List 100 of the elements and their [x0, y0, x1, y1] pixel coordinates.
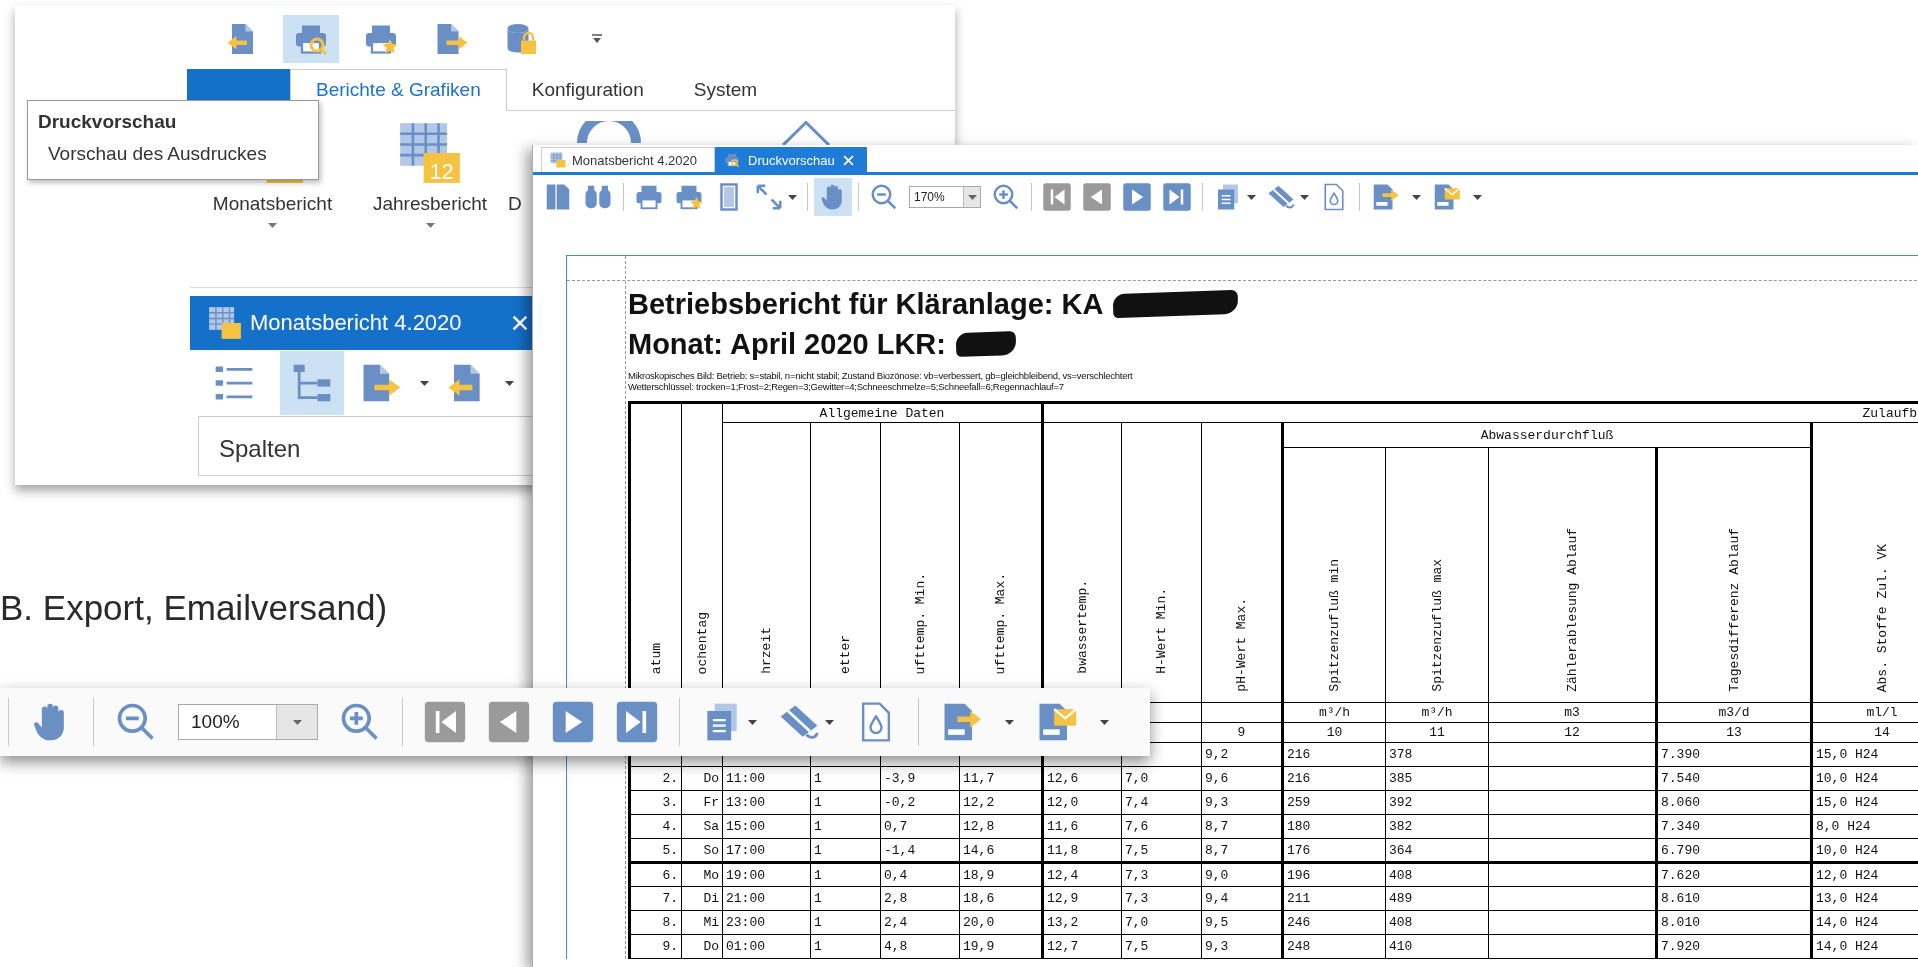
tooltip-text: Vorschau des Ausdruckes: [47, 143, 268, 165]
table-cell: 18,6: [963, 891, 995, 906]
ribbon-tab[interactable]: Berichte & Grafiken: [290, 69, 507, 111]
table-cell: 12,7: [1047, 939, 1079, 954]
caret-icon[interactable]: [967, 194, 977, 200]
table-cell: 9,3: [1205, 939, 1229, 954]
table-cell: 15:00: [726, 819, 765, 834]
table-cell: Mo: [703, 867, 719, 883]
table-cell: 7,5: [1125, 939, 1149, 954]
caret-icon[interactable]: [268, 223, 277, 228]
last-page-button[interactable]: [615, 700, 659, 744]
unit-label: m3: [1564, 705, 1580, 720]
table-cell: 378: [1389, 747, 1413, 762]
next-page-button[interactable]: [551, 700, 595, 744]
column-header: ochentag: [694, 611, 710, 674]
caret-icon[interactable]: [748, 719, 757, 725]
table-cell: 9,2: [1205, 747, 1229, 762]
table-cell: 6.790: [1661, 842, 1701, 858]
caret-icon[interactable]: [505, 380, 514, 386]
last-page-button[interactable]: [1162, 182, 1192, 212]
group-header: Zulaufb: [1862, 405, 1918, 421]
report-title: Betriebsbericht für Kläranlage: KA: [628, 287, 1104, 321]
table-cell: 21:00: [726, 891, 765, 906]
caret-icon[interactable]: [1005, 719, 1014, 725]
table-cell: 20,0: [963, 915, 995, 930]
report-subtitle: Monat: April 2020 LKR:: [628, 327, 946, 361]
table-cell: 14,0 H24: [1816, 915, 1879, 930]
table-cell: 12,6: [1047, 771, 1079, 786]
table-cell: 8.060: [1661, 795, 1701, 810]
table-cell: -1,4: [884, 842, 916, 858]
table-cell: 408: [1389, 915, 1413, 930]
table-cell: 0,4: [884, 867, 908, 883]
table-cell: 7,4: [1125, 795, 1149, 810]
table-cell: So: [703, 842, 719, 858]
zoom-in-icon[interactable]: [991, 182, 1021, 212]
caret-icon[interactable]: [1100, 719, 1109, 725]
table-cell: 12,0: [1047, 795, 1079, 810]
document-tab[interactable]: Druckvorschau: [715, 147, 867, 172]
overflow-caret-icon[interactable]: [591, 34, 603, 44]
ribbon-button[interactable]: D: [508, 121, 522, 215]
table-cell: 176: [1287, 842, 1311, 858]
caret-icon[interactable]: [1300, 194, 1309, 200]
table-cell: 01:00: [726, 939, 765, 954]
table-cell: 1: [814, 915, 822, 930]
column-header: bwassertemp.: [1075, 580, 1090, 674]
close-icon[interactable]: [842, 154, 854, 166]
caret-icon[interactable]: [788, 194, 797, 200]
table-cell: 7,0: [1125, 771, 1149, 786]
panel-tool-button[interactable]: [280, 351, 344, 415]
table-cell: 4,8: [884, 939, 908, 954]
table-cell: 7,6: [1125, 819, 1149, 834]
table-cell: 7,3: [1125, 891, 1149, 906]
table-cell: 13,0 H24: [1816, 891, 1879, 906]
table-cell: 4.: [662, 819, 678, 834]
table-cell: Sa: [703, 819, 719, 834]
quick-access-button[interactable]: [283, 15, 339, 63]
caret-icon[interactable]: [292, 719, 302, 725]
close-icon[interactable]: [512, 315, 528, 331]
unit-label: m³/h: [1318, 705, 1351, 720]
table-cell: 7.390: [1661, 747, 1701, 762]
table-cell: 1: [814, 795, 822, 810]
zoom-combo[interactable]: 170%: [909, 186, 981, 208]
caret-icon[interactable]: [1247, 194, 1256, 200]
table-cell: 17:00: [726, 842, 765, 858]
ribbon-button[interactable]: 12 Jahresbericht: [360, 121, 500, 228]
table-cell: 12,0 H24: [1816, 867, 1879, 883]
caret-icon[interactable]: [1473, 194, 1482, 200]
caret-icon[interactable]: [425, 223, 435, 228]
table-cell: Do: [703, 939, 719, 954]
table-cell: -3,9: [884, 771, 916, 786]
next-page-button[interactable]: [1122, 182, 1152, 212]
column-header: H-Wert Min.: [1154, 588, 1169, 674]
table-cell: 7.: [662, 891, 678, 906]
legend-text: Wetterschlüssel: trocken=1;Frost=2;Regen=3;Gewitter=4;Schneeschmelze=5;Schneefall=6;Regennachlauf=7: [628, 381, 1065, 392]
table-cell: 11:00: [726, 771, 765, 786]
table-cell: -0,2: [884, 795, 916, 810]
column-header: etter: [838, 635, 853, 674]
table-cell: 11,8: [1047, 842, 1079, 858]
table-cell: 7.340: [1661, 819, 1701, 834]
table-cell: 7,5: [1125, 842, 1149, 858]
table-cell: 7,3: [1125, 867, 1149, 883]
ribbon-button-label: Monatsbericht: [212, 193, 333, 215]
zoom-combo[interactable]: 100%: [178, 704, 318, 740]
caret-icon[interactable]: [1412, 194, 1421, 200]
caret-icon[interactable]: [420, 380, 429, 386]
document-tab[interactable]: Monatsbericht 4.2020: [541, 147, 715, 172]
ribbon-tab[interactable]: Konfiguration: [506, 69, 669, 111]
table-cell: 9,5: [1205, 915, 1229, 930]
slide-text: B. Export, Emailversand): [0, 588, 388, 627]
table-cell: 8.: [662, 915, 678, 930]
table-cell: 408: [1389, 867, 1413, 883]
group-header: Allgemeine Daten: [819, 405, 945, 421]
column-header: pH-Wert Max.: [1234, 598, 1249, 692]
table-cell: 8.010: [1661, 915, 1701, 930]
zoom-out-icon[interactable]: [869, 182, 899, 212]
table-cell: 5.: [662, 842, 678, 858]
table-cell: 8,7: [1205, 819, 1229, 834]
table-cell: Do: [703, 771, 719, 786]
ribbon-tab[interactable]: System: [668, 69, 783, 111]
caret-icon[interactable]: [825, 719, 834, 725]
